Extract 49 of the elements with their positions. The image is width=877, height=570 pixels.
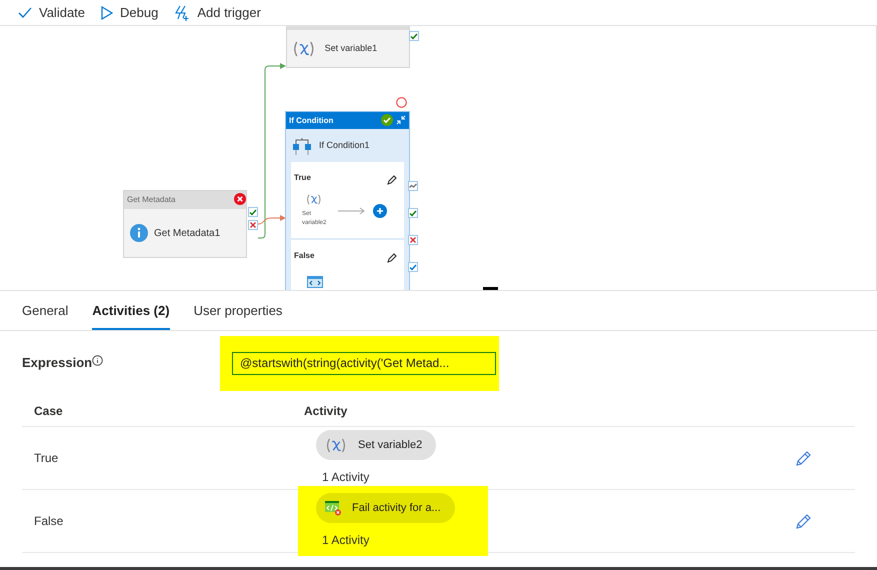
- activity-name: Get Metadata1: [154, 226, 220, 240]
- branch-title: True: [294, 172, 311, 184]
- table-cell-text: True: [33, 450, 60, 467]
- activity-count: 1 Activity: [321, 532, 370, 549]
- circle-outline-icon: [396, 97, 407, 108]
- variable-icon: [305, 194, 323, 205]
- play-icon: [101, 6, 114, 20]
- branch-title: False: [294, 250, 314, 262]
- expression-field[interactable]: @startswith(string(activity('Get Metad...: [232, 352, 496, 374]
- skipped-port-icon[interactable]: [408, 181, 418, 191]
- node-type-label: If Condition: [289, 114, 334, 126]
- failure-port-icon[interactable]: [248, 220, 258, 230]
- field-label: Expression: [22, 354, 92, 372]
- info-icon: [92, 354, 103, 366]
- success-port-icon[interactable]: [408, 208, 418, 218]
- success-port-icon[interactable]: [409, 31, 419, 41]
- completion-port-icon[interactable]: [408, 262, 418, 272]
- add-icon[interactable]: [373, 204, 387, 218]
- script-icon: [307, 276, 323, 288]
- activity-chip[interactable]: Set variable2: [316, 430, 436, 460]
- activity-name: If Condition1: [319, 138, 370, 152]
- activity-count: 1 Activity: [321, 469, 370, 486]
- checkmark-icon: [18, 6, 32, 18]
- branch-icon: [292, 136, 312, 156]
- tab[interactable]: User properties: [194, 300, 282, 330]
- toolbar-button[interactable]: Debug: [101, 2, 158, 22]
- success-port-icon[interactable]: [248, 207, 258, 217]
- arrow-icon: [338, 207, 366, 215]
- activity-node[interactable]: Set variable1: [286, 26, 410, 68]
- toolbar-button[interactable]: Validate: [18, 2, 86, 22]
- node-type-label: Get Metadata: [127, 194, 176, 206]
- column-header: Case: [33, 402, 64, 420]
- toolbar-button[interactable]: Add trigger: [174, 2, 261, 22]
- lightning-plus-icon: [174, 4, 190, 20]
- script-error-icon: [324, 500, 342, 516]
- column-header: Activity: [304, 402, 348, 420]
- table-cell-text: False: [33, 513, 64, 530]
- collapse-icon[interactable]: [396, 115, 406, 125]
- pencil-icon[interactable]: [387, 253, 397, 263]
- tab[interactable]: Activities (2): [92, 300, 170, 330]
- tab[interactable]: General: [22, 300, 68, 330]
- activity-name: Set variable1: [324, 42, 378, 55]
- info-icon: [130, 224, 148, 242]
- pencil-icon[interactable]: [387, 175, 397, 185]
- activity-node[interactable]: Get Metadata Get Metadata1: [123, 190, 247, 258]
- activity-chip[interactable]: Fail activity for a...: [316, 493, 455, 523]
- variable-icon: [324, 438, 348, 452]
- failure-port-icon[interactable]: [408, 235, 418, 245]
- resize-handle[interactable]: [483, 287, 498, 290]
